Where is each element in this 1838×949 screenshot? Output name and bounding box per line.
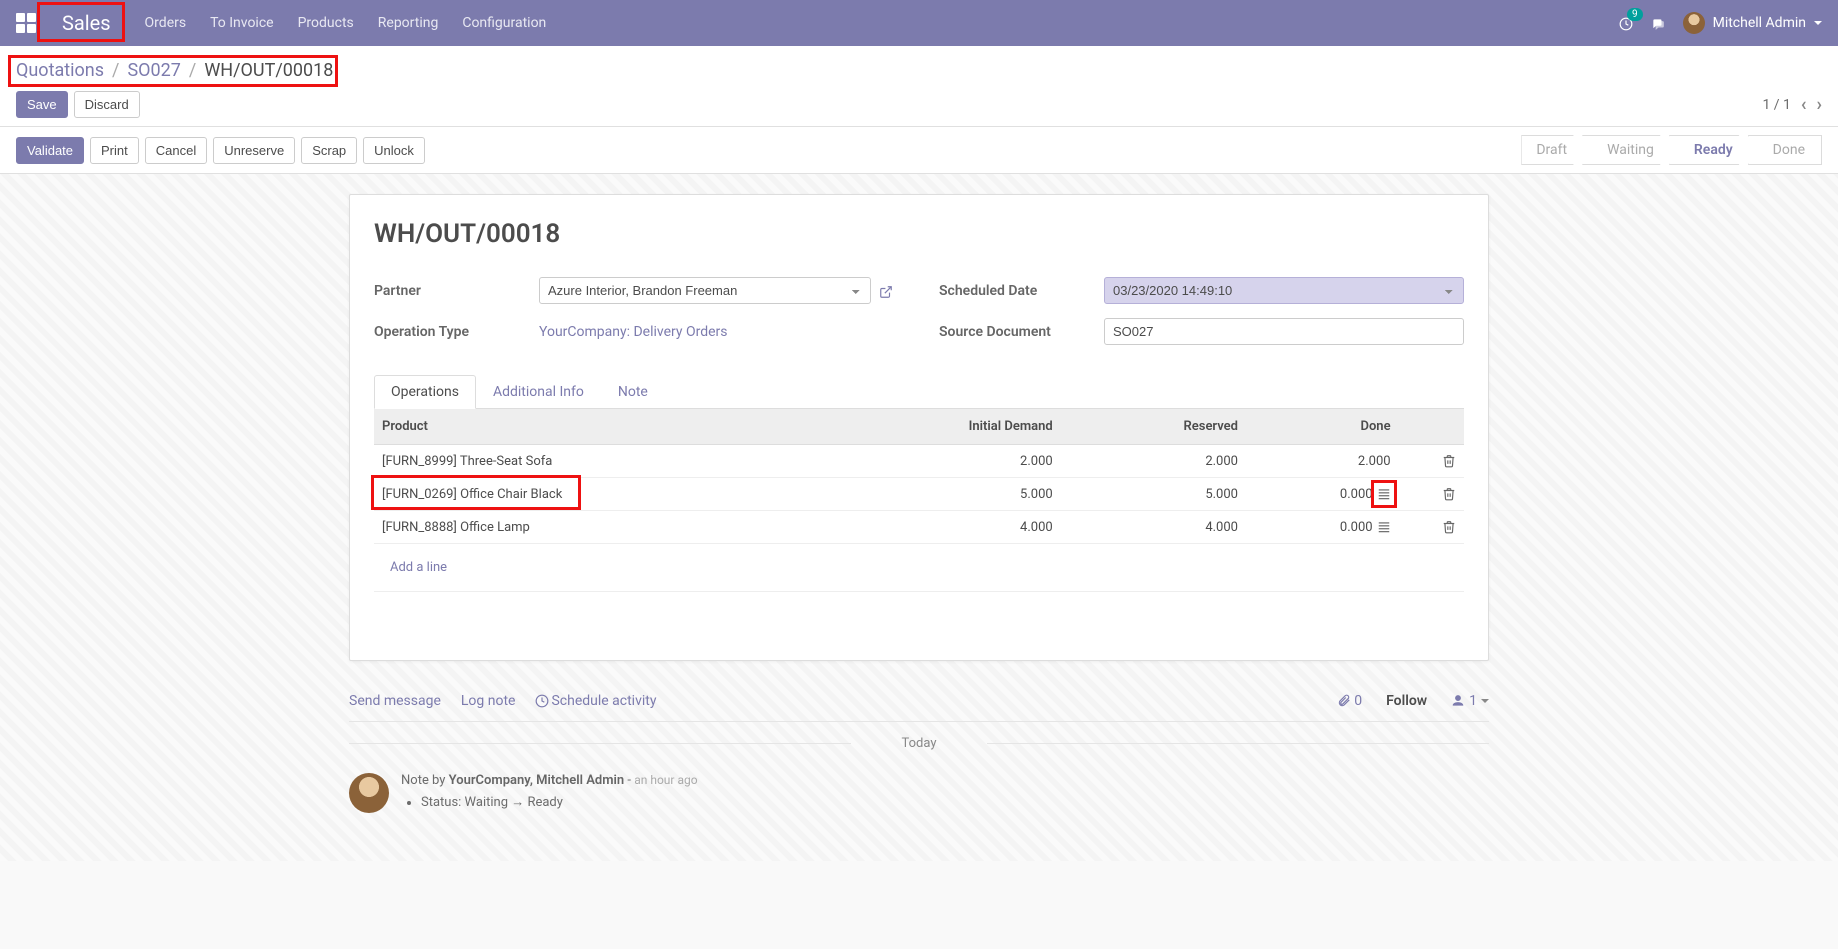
discard-button[interactable]: Discard — [74, 91, 140, 118]
pager: 1 / 1 ‹ › — [1762, 94, 1822, 115]
status-draft[interactable]: Draft — [1521, 135, 1583, 165]
menu-orders[interactable]: Orders — [133, 1, 199, 45]
unreserve-button[interactable]: Unreserve — [213, 137, 295, 164]
chevron-down-icon — [1481, 699, 1489, 703]
status-bar: Draft Waiting Ready Done — [1522, 135, 1822, 165]
menu-to-invoice[interactable]: To Invoice — [198, 1, 286, 45]
cell-done[interactable]: 0.000 — [1246, 511, 1399, 544]
activity-badge: 9 — [1627, 8, 1643, 21]
breadcrumb: Quotations / SO027 / WH/OUT/00018 — [16, 56, 1822, 91]
cell-reserved[interactable]: 2.000 — [1061, 445, 1246, 478]
record-title: WH/OUT/00018 — [374, 219, 1464, 249]
cell-initial-demand[interactable]: 4.000 — [875, 511, 1060, 544]
detail-icon[interactable] — [1377, 486, 1391, 502]
activity-icon[interactable]: 9 — [1619, 14, 1633, 33]
user-name: Mitchell Admin — [1713, 15, 1806, 31]
scrap-button[interactable]: Scrap — [301, 137, 357, 164]
source-doc-input[interactable] — [1104, 318, 1464, 345]
user-avatar — [1683, 12, 1705, 34]
chatter-date-separator: Today — [349, 722, 1489, 765]
log-status-change: Status: Waiting → Ready — [421, 794, 1489, 810]
status-ready[interactable]: Ready — [1669, 135, 1749, 165]
chatter: Send message Log note Schedule activity … — [349, 681, 1489, 821]
form-sheet: WH/OUT/00018 Partner Azure Interior, Bra… — [349, 194, 1489, 661]
tab-note[interactable]: Note — [601, 375, 665, 409]
scheduled-date-input[interactable]: 03/23/2020 14:49:10 — [1104, 277, 1464, 304]
tab-additional-info[interactable]: Additional Info — [476, 375, 601, 409]
cell-initial-demand[interactable]: 5.000 — [875, 478, 1060, 511]
th-product: Product — [374, 409, 875, 445]
cancel-button[interactable]: Cancel — [145, 137, 207, 164]
tabs: Operations Additional Info Note — [374, 375, 1464, 409]
cell-reserved[interactable]: 4.000 — [1061, 511, 1246, 544]
app-brand[interactable]: Sales — [50, 7, 123, 39]
detail-icon[interactable] — [1377, 519, 1391, 535]
label-partner: Partner — [374, 283, 539, 299]
follow-button[interactable]: Follow — [1386, 693, 1427, 709]
table-row[interactable]: [FURN_8888] Office Lamp 4.000 4.000 0.00… — [374, 511, 1464, 544]
tab-operations[interactable]: Operations — [374, 375, 476, 409]
label-operation-type: Operation Type — [374, 324, 539, 340]
partner-select[interactable]: Azure Interior, Brandon Freeman — [539, 277, 871, 304]
cell-product[interactable]: [FURN_8999] Three-Seat Sofa — [374, 445, 875, 478]
save-button[interactable]: Save — [16, 91, 68, 118]
cell-reserved[interactable]: 5.000 — [1061, 478, 1246, 511]
attachments-count[interactable]: 0 — [1337, 693, 1362, 709]
trash-icon[interactable] — [1442, 486, 1456, 502]
send-message-button[interactable]: Send message — [349, 693, 441, 709]
followers-count[interactable]: 1 — [1451, 693, 1489, 709]
cell-initial-demand[interactable]: 2.000 — [875, 445, 1060, 478]
label-scheduled-date: Scheduled Date — [939, 283, 1104, 299]
add-line-link[interactable]: Add a line — [382, 552, 1456, 583]
status-waiting[interactable]: Waiting — [1582, 135, 1670, 165]
navbar: Sales Orders To Invoice Products Reporti… — [0, 0, 1838, 46]
operation-type-link[interactable]: YourCompany: Delivery Orders — [539, 324, 728, 340]
pager-text: 1 / 1 — [1762, 97, 1790, 113]
user-menu[interactable]: Mitchell Admin — [1683, 12, 1822, 34]
status-bar-row: Validate Print Cancel Unreserve Scrap Un… — [0, 127, 1838, 174]
avatar — [349, 773, 389, 813]
navbar-menu: Orders To Invoice Products Reporting Con… — [133, 1, 559, 45]
chevron-down-icon — [1814, 21, 1822, 25]
cell-done[interactable]: 2.000 — [1246, 445, 1399, 478]
log-author: YourCompany, Mitchell Admin — [449, 773, 625, 788]
log-note-button[interactable]: Log note — [461, 693, 516, 709]
menu-reporting[interactable]: Reporting — [366, 1, 451, 45]
menu-products[interactable]: Products — [286, 1, 366, 45]
breadcrumb-quotations[interactable]: Quotations — [16, 60, 104, 81]
cell-product[interactable]: [FURN_0269] Office Chair Black — [374, 478, 875, 511]
table-row[interactable]: [FURN_0269] Office Chair Black 5.000 5.0… — [374, 478, 1464, 511]
status-done[interactable]: Done — [1748, 135, 1822, 165]
th-initial-demand: Initial Demand — [875, 409, 1060, 445]
trash-icon[interactable] — [1442, 453, 1456, 469]
cell-product[interactable]: [FURN_8888] Office Lamp — [374, 511, 875, 544]
label-source-doc: Source Document — [939, 324, 1104, 340]
breadcrumb-current: WH/OUT/00018 — [204, 60, 333, 81]
schedule-activity-button[interactable]: Schedule activity — [535, 693, 656, 709]
pager-prev[interactable]: ‹ — [1801, 94, 1807, 115]
log-entry: Note by YourCompany, Mitchell Admin - an… — [349, 765, 1489, 821]
cell-done[interactable]: 0.000 — [1246, 478, 1399, 511]
table-row[interactable]: [FURN_8999] Three-Seat Sofa 2.000 2.000 … — [374, 445, 1464, 478]
th-done: Done — [1246, 409, 1399, 445]
control-panel: Quotations / SO027 / WH/OUT/00018 Save D… — [0, 46, 1838, 127]
apps-icon[interactable] — [16, 13, 36, 33]
external-link-icon[interactable] — [879, 282, 893, 300]
menu-configuration[interactable]: Configuration — [450, 1, 558, 45]
conversations-icon[interactable] — [1651, 14, 1665, 33]
log-time: an hour ago — [634, 773, 697, 787]
breadcrumb-so027[interactable]: SO027 — [127, 60, 180, 81]
pager-next[interactable]: › — [1817, 94, 1822, 115]
th-reserved: Reserved — [1061, 409, 1246, 445]
validate-button[interactable]: Validate — [16, 137, 84, 164]
trash-icon[interactable] — [1442, 519, 1456, 535]
print-button[interactable]: Print — [90, 137, 139, 164]
operations-table: Product Initial Demand Reserved Done [FU… — [374, 409, 1464, 620]
unlock-button[interactable]: Unlock — [363, 137, 425, 164]
